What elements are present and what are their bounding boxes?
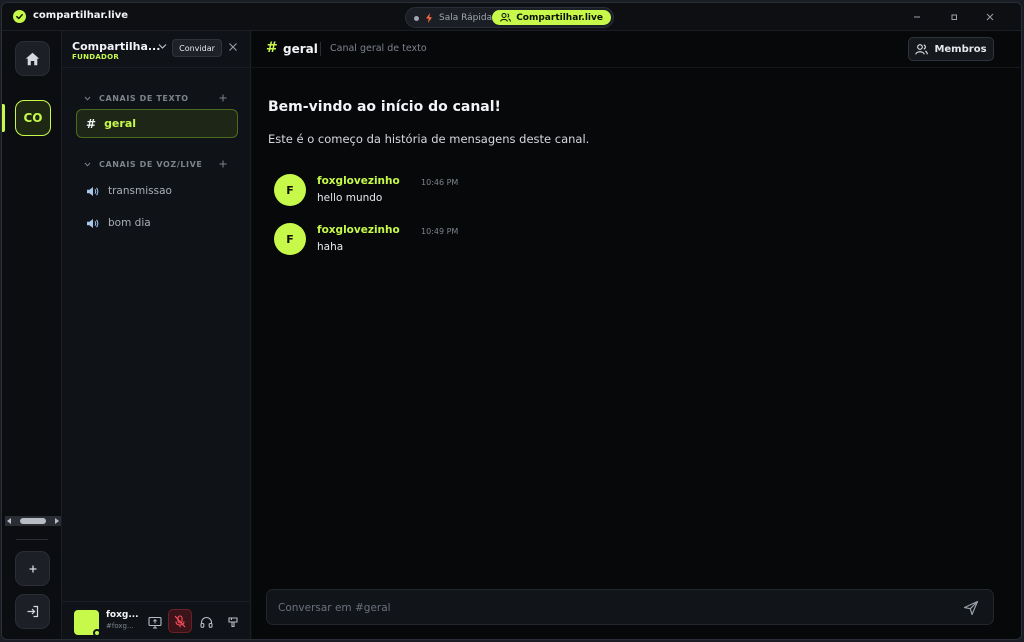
- server-initials: CO: [23, 111, 43, 125]
- channel-description: Canal geral de texto: [330, 43, 427, 54]
- add-voice-channel-icon[interactable]: [219, 160, 227, 168]
- mode-quick-label: Sala Rápida: [439, 13, 493, 23]
- send-icon[interactable]: [963, 600, 979, 616]
- channel-header: # geral Canal geral de texto Membros: [252, 31, 1021, 68]
- deafen-button[interactable]: [198, 614, 214, 630]
- screen-share-icon: [148, 616, 162, 629]
- invite-button[interactable]: Convidar: [172, 39, 222, 57]
- text-channels-label: CANAIS DE TEXTO: [99, 93, 189, 103]
- mode-active-tab[interactable]: Compartilhar.live: [492, 10, 611, 25]
- close-icon[interactable]: [228, 42, 238, 52]
- mode-switch: Sala Rápida Compartilhar.live: [405, 7, 614, 28]
- welcome-title: Bem-vindo ao início do canal!: [268, 99, 501, 115]
- chevron-down-icon: [84, 96, 91, 101]
- plus-icon: [29, 565, 36, 572]
- mode-active-label: Compartilhar.live: [516, 12, 603, 23]
- login-icon: [27, 605, 39, 618]
- screen-share-button[interactable]: [147, 614, 163, 630]
- brush-icon: [228, 617, 238, 628]
- minimize-icon: [914, 16, 920, 18]
- message-composer: [266, 589, 994, 625]
- settings-button[interactable]: [225, 614, 241, 630]
- message-item: F foxglovezinho 10:46 PM hello mundo: [274, 174, 774, 208]
- users-icon: [500, 13, 512, 22]
- app-logo-icon: [13, 10, 26, 23]
- online-status-icon: [93, 629, 101, 637]
- minimize-button[interactable]: [907, 8, 927, 26]
- scroll-left-icon[interactable]: [7, 518, 11, 524]
- users-icon: [915, 43, 929, 54]
- app-title: compartilhar.live: [33, 10, 129, 21]
- members-button[interactable]: Membros: [908, 37, 994, 61]
- text-channels-category[interactable]: CANAIS DE TEXTO: [84, 92, 189, 104]
- scroll-right-icon[interactable]: [55, 518, 59, 524]
- chat-area: # geral Canal geral de texto Membros Bem…: [252, 31, 1021, 639]
- speaker-icon: [87, 186, 99, 196]
- members-label: Membros: [934, 43, 987, 55]
- mode-quick-tab[interactable]: Sala Rápida: [414, 11, 492, 25]
- message-timestamp: 10:49 PM: [421, 227, 459, 236]
- active-server-indicator: [2, 104, 5, 132]
- voice-channel-name: transmissao: [108, 185, 172, 197]
- server-header: Compartilha... FUNDADOR Convidar: [62, 31, 250, 68]
- message-author[interactable]: foxglovezinho: [317, 224, 400, 236]
- app-window: compartilhar.live Sala Rápida Compartilh…: [1, 2, 1022, 640]
- header-divider: [320, 42, 321, 56]
- chevron-down-icon: [84, 162, 91, 167]
- lightning-icon: [426, 13, 432, 23]
- message-item: F foxglovezinho 10:49 PM haha: [274, 223, 774, 257]
- horizontal-scrollbar[interactable]: [5, 516, 61, 526]
- server-rail: CO: [2, 31, 62, 639]
- chevron-down-icon[interactable]: [158, 43, 167, 50]
- voice-channels-category[interactable]: CANAIS DE VOZ/LIVE: [84, 158, 202, 170]
- scrollbar-thumb[interactable]: [20, 518, 46, 524]
- voice-channels-label: CANAIS DE VOZ/LIVE: [99, 159, 203, 169]
- channel-item-geral[interactable]: # geral: [76, 109, 238, 138]
- user-panel: foxg... #foxg...: [62, 601, 250, 639]
- channel-name: geral: [104, 117, 137, 130]
- home-icon: [25, 52, 40, 65]
- message-input[interactable]: [278, 599, 928, 617]
- status-dot-icon: [414, 15, 419, 21]
- add-server-button[interactable]: [15, 551, 50, 586]
- mic-off-icon: [174, 614, 186, 627]
- welcome-subtitle: Este é o começo da história de mensagens…: [268, 132, 590, 146]
- maximize-button[interactable]: [944, 8, 964, 26]
- mute-button[interactable]: [168, 609, 192, 633]
- message-timestamp: 10:46 PM: [421, 178, 459, 187]
- message-text: haha: [317, 241, 344, 253]
- join-server-button[interactable]: [15, 594, 50, 629]
- headphones-icon: [199, 617, 213, 628]
- rail-divider: [16, 539, 48, 540]
- add-text-channel-icon[interactable]: [219, 94, 227, 102]
- avatar[interactable]: F: [274, 223, 306, 255]
- title-bar: compartilhar.live Sala Rápida Compartilh…: [2, 3, 1021, 31]
- voice-channel-transmissao[interactable]: transmissao: [86, 183, 172, 199]
- message-text: hello mundo: [317, 192, 383, 204]
- hash-icon: #: [86, 116, 97, 131]
- message-author[interactable]: foxglovezinho: [317, 175, 400, 187]
- voice-channel-bom-dia[interactable]: bom dia: [86, 215, 151, 231]
- voice-channel-name: bom dia: [108, 217, 151, 229]
- user-name: foxg...: [106, 610, 139, 620]
- close-window-button[interactable]: [980, 8, 1000, 26]
- server-button-co[interactable]: CO: [15, 100, 51, 136]
- channel-sidebar: Compartilha... FUNDADOR Convidar CANAIS …: [62, 31, 251, 639]
- close-icon: [986, 13, 994, 21]
- server-name[interactable]: Compartilha...: [72, 40, 160, 53]
- server-role-badge: FUNDADOR: [72, 53, 120, 61]
- speaker-icon: [87, 218, 99, 228]
- user-tag: #foxg...: [106, 622, 134, 630]
- channel-title: geral: [283, 42, 318, 56]
- avatar[interactable]: F: [274, 174, 306, 206]
- hash-icon: #: [266, 40, 278, 56]
- maximize-icon: [951, 14, 957, 20]
- home-button[interactable]: [15, 41, 50, 76]
